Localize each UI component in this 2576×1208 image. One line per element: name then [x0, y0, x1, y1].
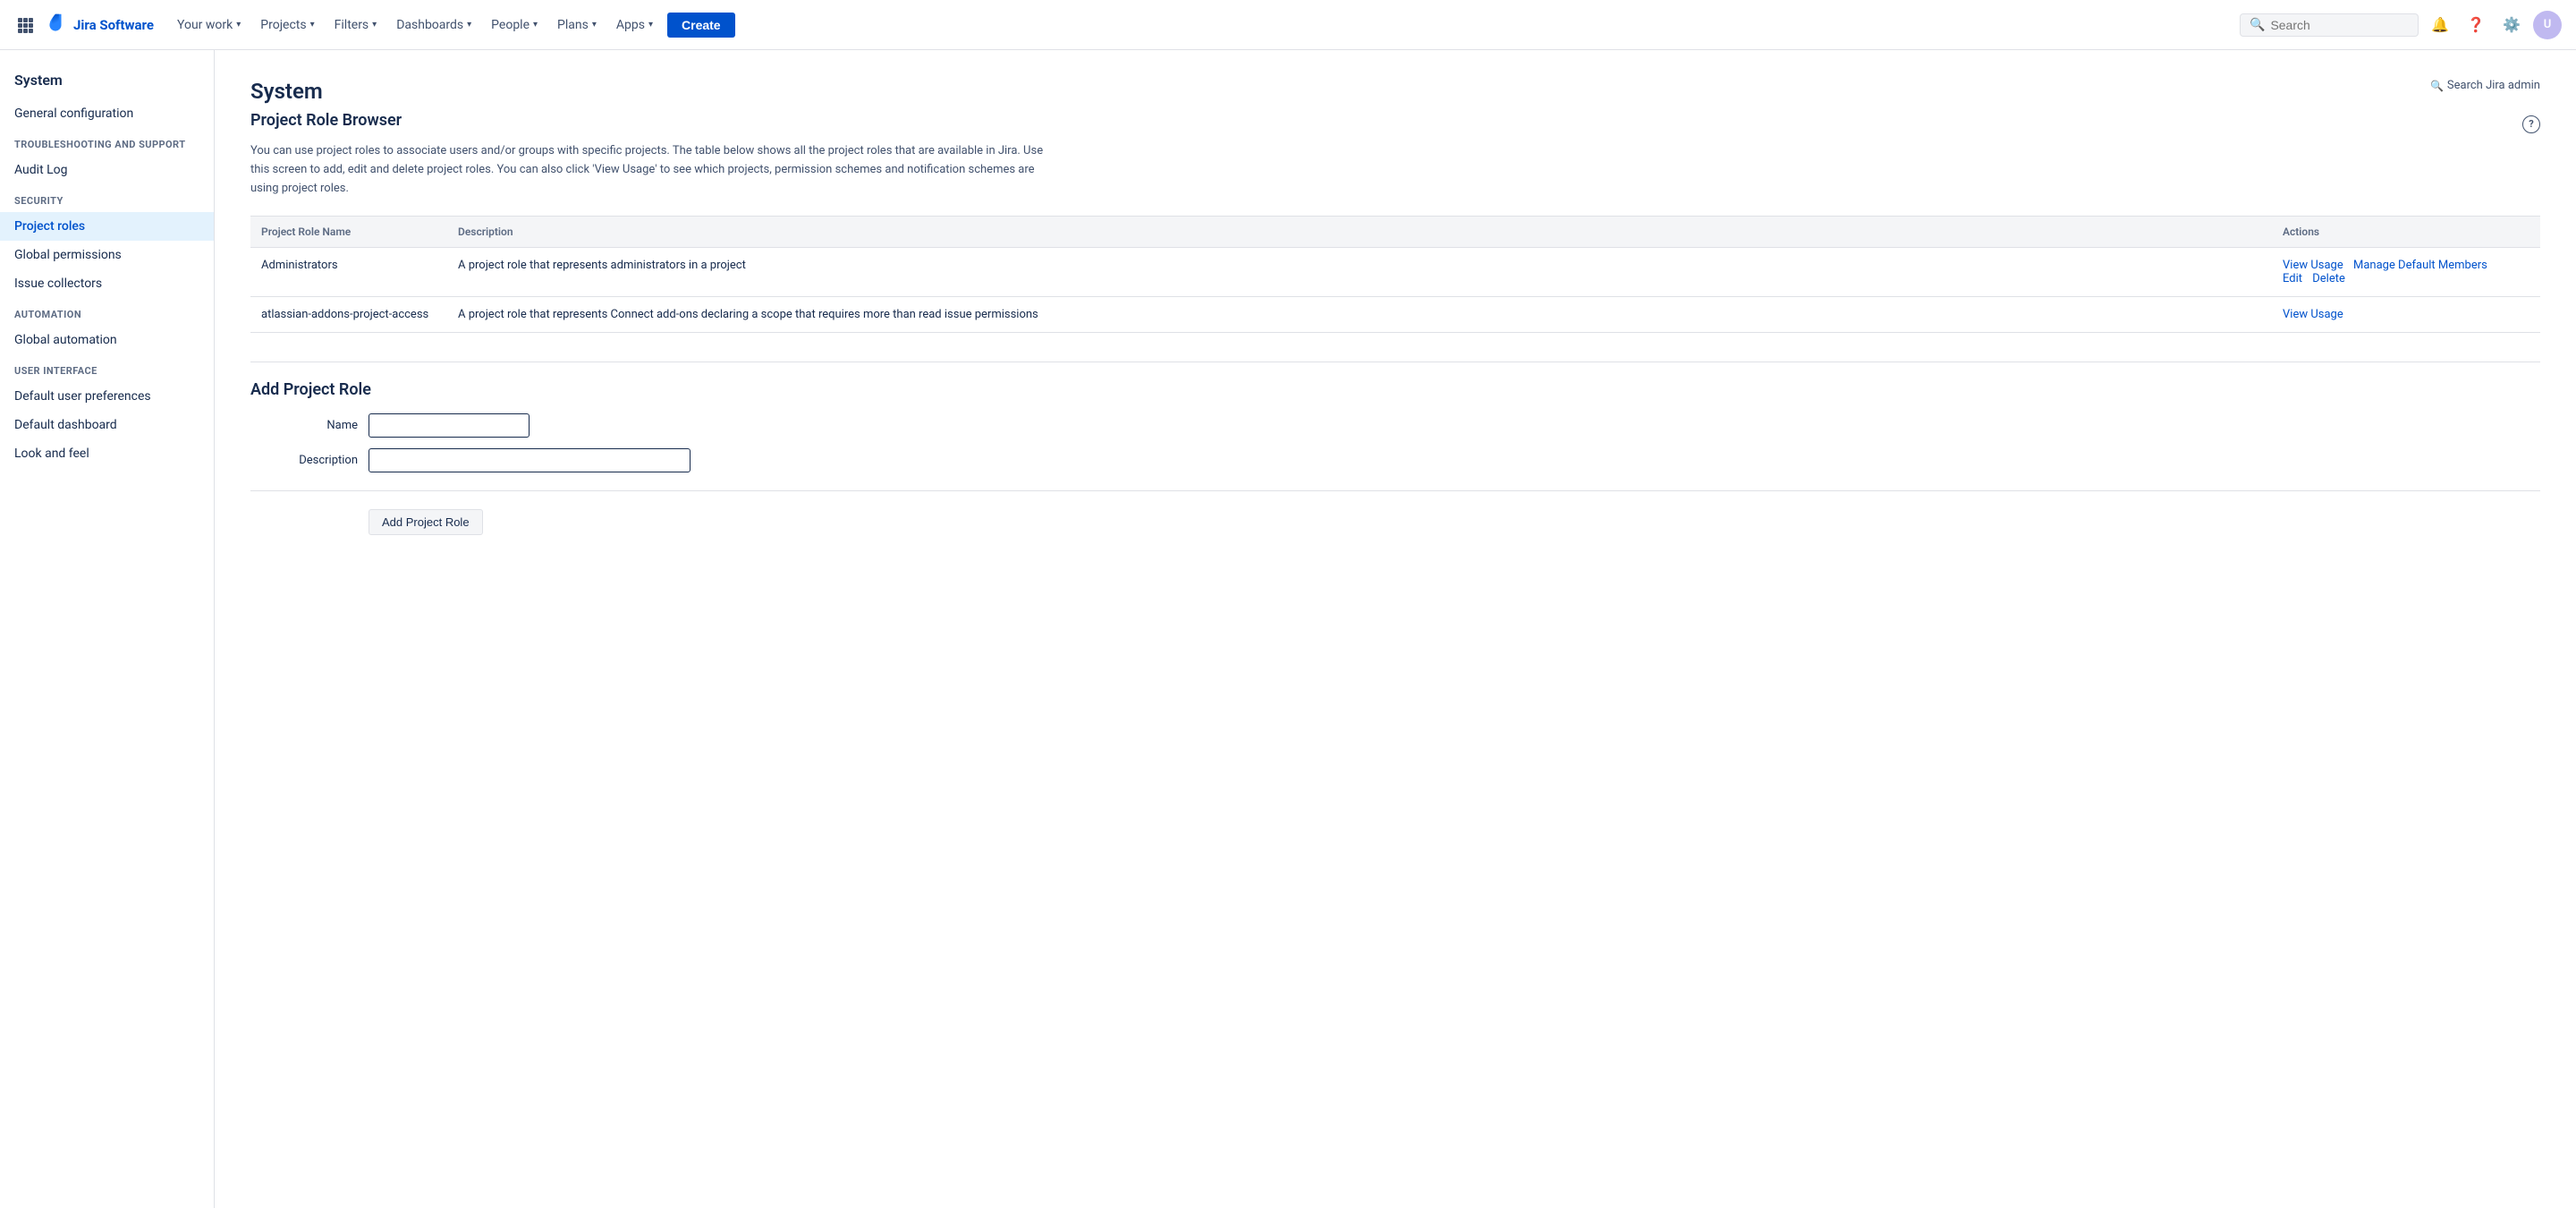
- role-desc-addons: A project role that represents Connect a…: [447, 297, 2272, 333]
- description-input[interactable]: [369, 448, 691, 472]
- name-field-row: Name: [250, 413, 2540, 438]
- chevron-down-icon: ▾: [236, 20, 241, 30]
- roles-table: Project Role Name Description Actions Ad…: [250, 216, 2540, 333]
- search-icon: 🔍: [2430, 80, 2444, 92]
- nav-plans[interactable]: Plans ▾: [548, 13, 606, 38]
- sidebar-item-global-automation[interactable]: Global automation: [0, 326, 214, 354]
- topnav-right: 🔍 🔔 ❓ ⚙️ U: [2240, 11, 2562, 39]
- chevron-down-icon: ▾: [310, 20, 315, 30]
- section-title: Project Role Browser: [250, 111, 402, 130]
- top-navigation: Jira Software Your work ▾ Projects ▾ Fil…: [0, 0, 2576, 50]
- nav-people[interactable]: People ▾: [482, 13, 547, 38]
- table-row: atlassian-addons-project-access A projec…: [250, 297, 2540, 333]
- delete-administrators-link[interactable]: Delete: [2312, 272, 2345, 285]
- role-name-addons: atlassian-addons-project-access: [250, 297, 447, 333]
- nav-your-work[interactable]: Your work ▾: [168, 13, 250, 38]
- sidebar-section-security: SECURITY: [0, 184, 214, 212]
- col-header-description: Description: [447, 217, 2272, 248]
- app-logo[interactable]: Jira Software: [43, 13, 154, 38]
- edit-administrators-link[interactable]: Edit: [2283, 272, 2302, 285]
- add-project-role-section: Add Project Role Name Description Add Pr…: [250, 362, 2540, 535]
- table-row: Administrators A project role that repre…: [250, 248, 2540, 297]
- grid-icon[interactable]: [14, 14, 36, 36]
- manage-default-members-link[interactable]: Manage Default Members: [2353, 259, 2487, 272]
- view-usage-addons-link[interactable]: View Usage: [2283, 308, 2343, 321]
- page-header: System 🔍 Search Jira admin: [250, 79, 2540, 104]
- role-actions-administrators: View Usage Manage Default Members Edit D…: [2272, 248, 2540, 297]
- name-label: Name: [250, 419, 358, 432]
- name-input[interactable]: [369, 413, 530, 438]
- search-admin-link[interactable]: 🔍 Search Jira admin: [2430, 79, 2540, 92]
- sidebar-section-troubleshooting: TROUBLESHOOTING AND SUPPORT: [0, 128, 214, 156]
- add-project-role-button[interactable]: Add Project Role: [369, 509, 483, 535]
- create-button[interactable]: Create: [667, 13, 735, 38]
- role-desc-administrators: A project role that represents administr…: [447, 248, 2272, 297]
- chevron-down-icon: ▾: [533, 20, 538, 30]
- sidebar-heading: System: [0, 64, 214, 99]
- sidebar-item-general-configuration[interactable]: General configuration: [0, 99, 214, 128]
- notifications-button[interactable]: 🔔: [2426, 11, 2454, 39]
- settings-button[interactable]: ⚙️: [2497, 11, 2526, 39]
- page-layout: System General configuration TROUBLESHOO…: [0, 50, 2576, 1208]
- form-actions: Add Project Role: [250, 509, 2540, 535]
- help-button[interactable]: ❓: [2462, 11, 2490, 39]
- sidebar-item-issue-collectors[interactable]: Issue collectors: [0, 269, 214, 298]
- description-text: You can use project roles to associate u…: [250, 142, 1055, 198]
- form-divider: [250, 490, 2540, 491]
- sidebar-item-audit-log[interactable]: Audit Log: [0, 156, 214, 184]
- col-header-actions: Actions: [2272, 217, 2540, 248]
- sidebar-section-user-interface: USER INTERFACE: [0, 354, 214, 382]
- main-content: System 🔍 Search Jira admin Project Role …: [215, 50, 2576, 1208]
- sidebar-item-default-dashboard[interactable]: Default dashboard: [0, 411, 214, 439]
- page-title: System: [250, 79, 323, 104]
- add-section-title: Add Project Role: [250, 380, 2540, 399]
- description-field-row: Description: [250, 448, 2540, 472]
- nav-projects[interactable]: Projects ▾: [251, 13, 323, 38]
- sidebar: System General configuration TROUBLESHOO…: [0, 50, 215, 1208]
- sidebar-section-automation: AUTOMATION: [0, 298, 214, 326]
- sidebar-item-look-and-feel[interactable]: Look and feel: [0, 439, 214, 468]
- avatar[interactable]: U: [2533, 11, 2562, 39]
- sidebar-item-global-permissions[interactable]: Global permissions: [0, 241, 214, 269]
- nav-dashboards[interactable]: Dashboards ▾: [387, 13, 480, 38]
- search-input[interactable]: [2270, 18, 2409, 32]
- main-navigation: Your work ▾ Projects ▾ Filters ▾ Dashboa…: [168, 13, 2233, 38]
- chevron-down-icon: ▾: [592, 20, 597, 30]
- search-box[interactable]: 🔍: [2240, 13, 2419, 37]
- role-actions-addons: View Usage: [2272, 297, 2540, 333]
- nav-filters[interactable]: Filters ▾: [326, 13, 386, 38]
- sidebar-item-project-roles[interactable]: Project roles: [0, 212, 214, 241]
- description-label: Description: [250, 454, 358, 467]
- chevron-down-icon: ▾: [372, 20, 377, 30]
- search-icon: 🔍: [2250, 18, 2265, 32]
- nav-apps[interactable]: Apps ▾: [607, 13, 662, 38]
- logo-text: Jira Software: [73, 17, 154, 33]
- col-header-name: Project Role Name: [250, 217, 447, 248]
- role-name-administrators: Administrators: [250, 248, 447, 297]
- help-icon[interactable]: ?: [2522, 115, 2540, 133]
- view-usage-administrators-link[interactable]: View Usage: [2283, 259, 2343, 272]
- chevron-down-icon: ▾: [648, 20, 653, 30]
- sidebar-item-default-user-preferences[interactable]: Default user preferences: [0, 382, 214, 411]
- chevron-down-icon: ▾: [467, 20, 471, 30]
